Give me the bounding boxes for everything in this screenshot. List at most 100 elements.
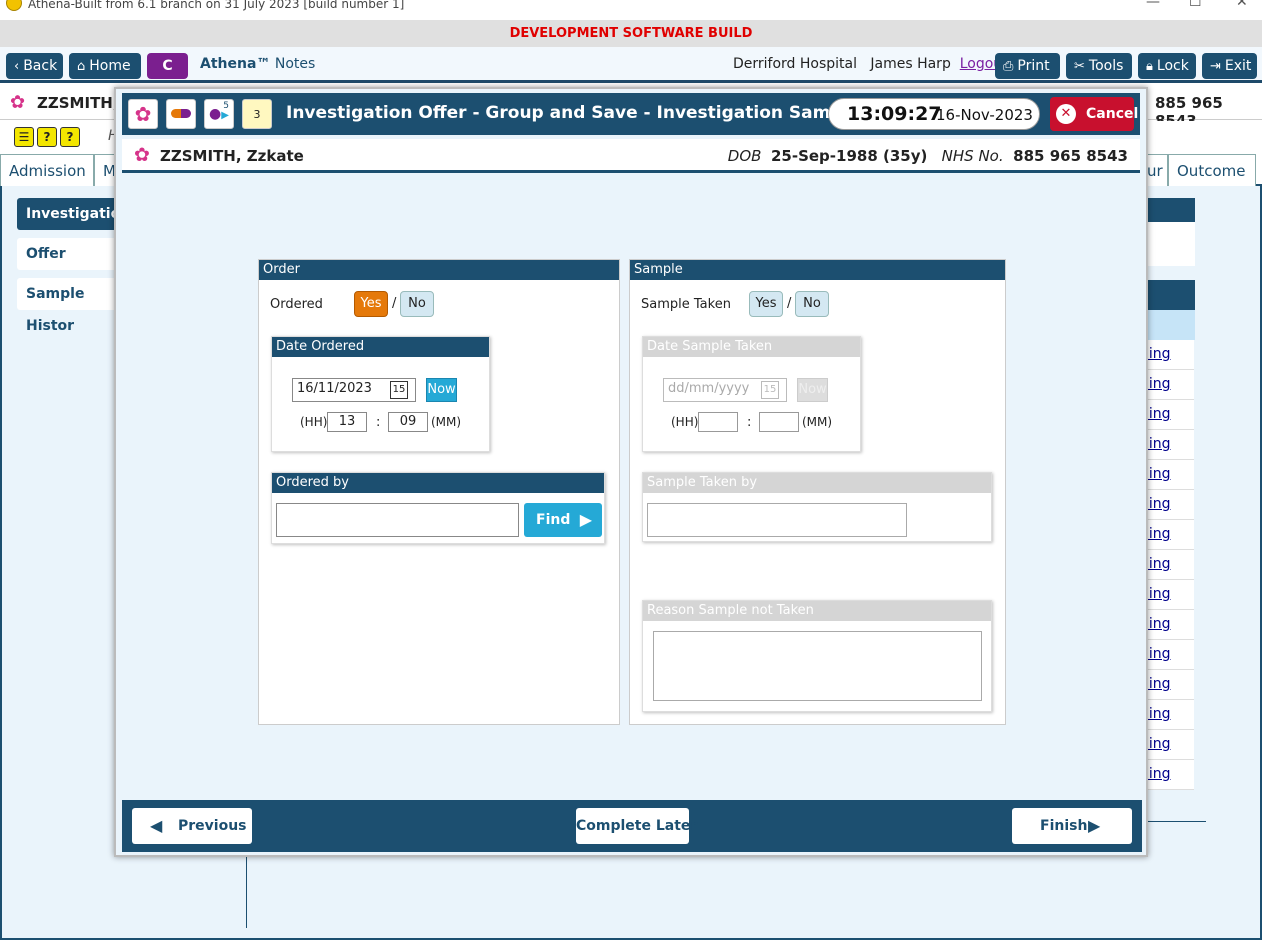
cancel-button[interactable]: ✕ Cancel	[1050, 97, 1138, 131]
pending-link[interactable]: ding	[1140, 550, 1194, 580]
sidebar-item-offer-history[interactable]: Offer History	[17, 238, 127, 294]
finish-label: Finish	[1040, 818, 1088, 834]
calendar-icon[interactable]: 15	[761, 381, 779, 399]
hour-input[interactable]: 13	[327, 412, 367, 432]
back-label: Back	[23, 58, 58, 74]
pending-link[interactable]: ding	[1140, 700, 1194, 730]
print-button[interactable]: ⎙ Print	[995, 53, 1060, 79]
colon: :	[747, 415, 752, 430]
ordered-by-header: Ordered by	[272, 473, 604, 493]
pending-link[interactable]: ding	[1140, 490, 1194, 520]
dev-build-banner: DEVELOPMENT SOFTWARE BUILD	[0, 20, 1262, 47]
previous-button[interactable]: ◀ Previous	[132, 808, 252, 844]
home-label: Home	[89, 58, 131, 74]
clock-date: 16-Nov-2023	[936, 106, 1033, 124]
c-button[interactable]: C	[147, 53, 188, 79]
ordered-by-input[interactable]	[276, 503, 519, 537]
sample-yes-button[interactable]: Yes	[749, 291, 783, 317]
mm-label: (MM)	[802, 415, 833, 429]
flower-icon: ✿	[10, 92, 26, 113]
pending-link[interactable]: ding	[1140, 370, 1194, 400]
pending-link[interactable]: ding	[1140, 580, 1194, 610]
pending-link[interactable]: ding	[1140, 730, 1194, 760]
date-sample-taken-header: Date Sample Taken	[643, 337, 860, 357]
home-button[interactable]: ⌂ Home	[69, 53, 141, 79]
hospital-name: Derriford Hospital	[733, 56, 858, 72]
slash: /	[787, 296, 792, 311]
notes-icon[interactable]: 3	[242, 99, 272, 129]
slash: /	[392, 296, 397, 311]
exit-label: Exit	[1224, 58, 1252, 74]
close-icon[interactable]: ✕	[1236, 0, 1248, 10]
sidebar-item-sample-history[interactable]: Sample Histor	[17, 278, 127, 334]
arrow-left-icon: ◀	[150, 816, 163, 835]
divider	[246, 854, 247, 928]
pending-link[interactable]: ding	[1140, 340, 1194, 370]
complete-later-button[interactable]: Complete Later	[576, 808, 697, 844]
pending-link[interactable]: ding	[1140, 610, 1194, 640]
patient-flower-icon[interactable]: ✿	[128, 99, 158, 129]
dob-label: DOB	[727, 147, 762, 165]
finish-button[interactable]: Finish ▶	[1012, 808, 1132, 844]
sample-taken-by-header: Sample Taken by	[643, 473, 991, 493]
tab-outcome[interactable]: Outcome	[1168, 154, 1256, 186]
pill-icon[interactable]	[166, 99, 196, 129]
question-icon[interactable]: ?	[37, 127, 57, 147]
user-name: James Harp	[870, 56, 951, 72]
pending-link[interactable]: ding	[1140, 670, 1194, 700]
maximize-icon[interactable]: ☐	[1189, 0, 1202, 10]
date-ordered-now-button[interactable]: Now	[426, 378, 457, 402]
question-icon-2[interactable]: ?	[60, 127, 80, 147]
print-label: Print	[1017, 58, 1050, 74]
back-button[interactable]: ‹ Back	[6, 53, 63, 79]
ordered-yes-button[interactable]: Yes	[354, 291, 388, 317]
clock: 13:09:27 16-Nov-2023	[828, 98, 1040, 130]
sample-hour-input[interactable]	[698, 412, 738, 432]
tools-button[interactable]: ✂ Tools	[1066, 53, 1132, 79]
dialog-header: ✿ ● 5 ▶ 3 Investigation Offer - Group and …	[122, 93, 1140, 135]
minimize-icon[interactable]: —	[1146, 0, 1160, 10]
tab-admission[interactable]: Admission	[0, 154, 94, 186]
pending-link[interactable]: ding	[1140, 430, 1194, 460]
reason-textarea[interactable]	[653, 631, 982, 701]
sample-minute-input[interactable]	[759, 412, 799, 432]
nhs-value: 885 965 8543	[1013, 147, 1128, 165]
pending-link[interactable]: ding	[1140, 460, 1194, 490]
nhs-label: NHS No.	[941, 147, 1004, 165]
sample-taken-label: Sample Taken	[641, 297, 731, 312]
pending-link[interactable]: ding	[1140, 520, 1194, 550]
printer-icon: ⎙	[1003, 59, 1014, 74]
dob-value: 25-Sep-1988 (35y)	[770, 147, 928, 165]
exit-button[interactable]: ⇥ Exit	[1202, 53, 1257, 79]
reason-not-taken-box: Reason Sample not Taken	[642, 600, 992, 712]
date-sample-now-button[interactable]: Now	[797, 378, 828, 402]
calendar-icon[interactable]: 15	[390, 381, 408, 399]
alert-list-icon[interactable]: ☰	[14, 127, 34, 147]
ordered-by-box: Ordered by Find ▶	[271, 472, 605, 544]
sample-header: Sample	[630, 260, 1005, 280]
mm-label: (MM)	[431, 415, 462, 429]
find-button[interactable]: Find ▶	[524, 503, 602, 537]
colon: :	[376, 415, 381, 430]
hh-label: (HH)	[671, 415, 699, 429]
pending-link[interactable]: ding	[1140, 640, 1194, 670]
sidebar-item-investigations[interactable]: Investigations	[17, 198, 139, 230]
sample-taken-by-box: Sample Taken by	[642, 472, 992, 542]
session-info: Derriford Hospital James Harp Logout	[733, 56, 1008, 72]
app-name-brand: Athena™	[200, 56, 271, 72]
divider-2	[1148, 821, 1206, 822]
minute-input[interactable]: 09	[388, 412, 428, 432]
tools-icon: ✂	[1074, 59, 1085, 74]
app-name: Athena™ Notes	[200, 56, 315, 72]
sample-panel: Sample Sample Taken Yes / No Date Sample…	[629, 259, 1006, 725]
ordered-no-button[interactable]: No	[400, 291, 434, 317]
sample-taken-by-input[interactable]	[647, 503, 907, 537]
sample-no-button[interactable]: No	[795, 291, 829, 317]
people-icon[interactable]: ● 5 ▶	[204, 99, 234, 129]
window-title: Athena-Built from 6.1 branch on 31 July …	[28, 0, 405, 11]
pending-link[interactable]: ding	[1140, 400, 1194, 430]
chevron-left-icon: ‹	[14, 59, 20, 74]
lock-button[interactable]: 🔒︎ Lock	[1138, 53, 1196, 79]
pending-link[interactable]: ding	[1140, 760, 1194, 790]
people-count: 5	[223, 101, 229, 111]
